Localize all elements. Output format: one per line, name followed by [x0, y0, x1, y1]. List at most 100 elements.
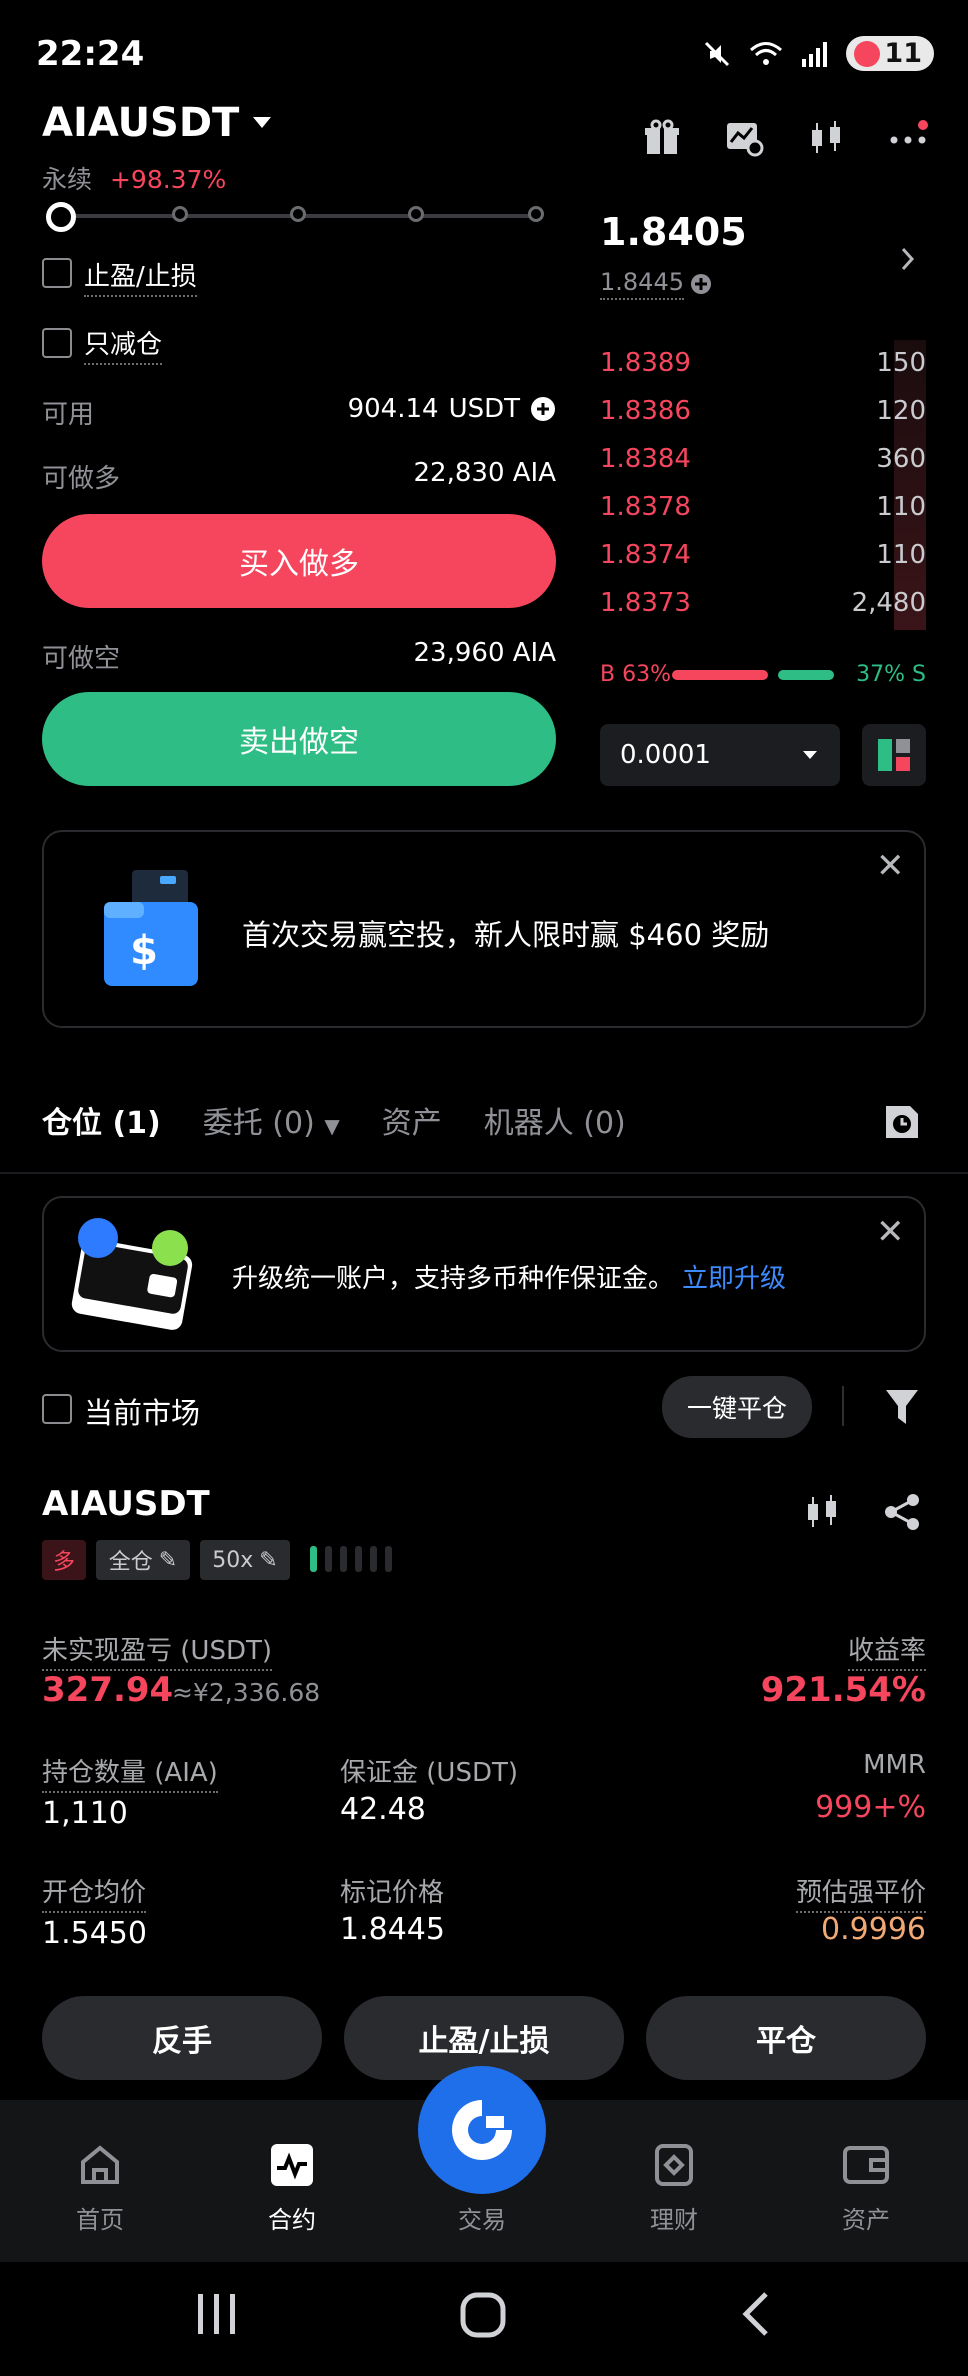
history-icon[interactable]: [884, 1102, 920, 1140]
nav-futures[interactable]: 合约: [232, 2140, 352, 2235]
wifi-icon: [750, 41, 783, 65]
candlestick-icon[interactable]: [802, 1492, 842, 1532]
tab-bots[interactable]: 机器人 (0): [484, 1098, 626, 1142]
size-label: 持仓数量 (AIA): [42, 1752, 218, 1793]
mark-label: 标记价格: [340, 1878, 445, 1908]
status-icons: 11: [702, 36, 934, 71]
ask-qty: 150: [876, 348, 926, 378]
roe-value: 921.54%: [760, 1670, 926, 1710]
sell-ratio-label: 37% S: [856, 662, 926, 687]
trade-fab-button[interactable]: [418, 2066, 546, 2194]
more-icon[interactable]: [888, 118, 928, 158]
available-label: 可用: [42, 400, 95, 430]
close-all-button[interactable]: 一键平仓: [662, 1376, 812, 1438]
back-icon[interactable]: [738, 2290, 774, 2338]
current-market-label: 当前市场: [84, 1396, 201, 1430]
caret-down-icon: [253, 117, 272, 128]
chevron-right-icon[interactable]: [900, 246, 916, 272]
upgrade-link[interactable]: 立即升级: [682, 1264, 786, 1294]
leverage-label: 50x: [212, 1547, 254, 1573]
close-position-button[interactable]: 平仓: [646, 1996, 926, 2080]
mmr-value: 999+%: [815, 1790, 926, 1825]
nav-trade-label[interactable]: 交易: [422, 2200, 542, 2235]
tp-sl-checkbox[interactable]: [42, 258, 72, 288]
last-price: 1.8405: [600, 210, 747, 254]
slider-step-75[interactable]: [408, 206, 424, 222]
share-icon[interactable]: [882, 1492, 922, 1532]
battery-indicator: 11: [846, 36, 934, 71]
recent-apps-icon[interactable]: [192, 2292, 242, 2336]
mute-icon: [705, 41, 730, 66]
gift-icon[interactable]: [642, 118, 682, 158]
candlestick-icon[interactable]: [806, 118, 846, 158]
reduce-only-checkbox[interactable]: [42, 328, 72, 358]
nav-home-label: 首页: [76, 2206, 124, 2234]
ask-price[interactable]: 1.8386: [600, 396, 691, 426]
reverse-button[interactable]: 反手: [42, 1996, 322, 2080]
tab-assets[interactable]: 资产: [382, 1098, 442, 1142]
pair-subtitle: 永续 +98.37%: [42, 160, 226, 196]
close-icon[interactable]: ✕: [876, 846, 905, 886]
buy-long-button[interactable]: 买入做多: [42, 514, 556, 608]
margin-mode-label: 全仓: [108, 1550, 153, 1575]
margin-value: 42.48: [340, 1792, 426, 1827]
slider-step-100[interactable]: [528, 206, 544, 222]
entry-value: 1.5450: [42, 1916, 147, 1951]
position-symbol[interactable]: AIAUSDT: [42, 1484, 210, 1524]
leverage-tag[interactable]: 50x ✎: [200, 1540, 290, 1580]
long-available-value: 22,830 AIA: [413, 458, 556, 488]
liq-label: 预估强平价: [795, 1872, 926, 1913]
transfer-add-icon[interactable]: [530, 396, 556, 422]
tab-orders[interactable]: 委托 (0) ▼: [203, 1098, 340, 1142]
trade-logo-icon: [452, 2100, 512, 2160]
risk-level-bars: [310, 1546, 392, 1572]
mark-price-row[interactable]: 1.8445: [600, 268, 712, 300]
close-icon[interactable]: ✕: [876, 1212, 905, 1252]
earn-icon: [655, 2144, 693, 2186]
sell-short-button[interactable]: 卖出做空: [42, 692, 556, 786]
nav-assets[interactable]: 资产: [806, 2140, 926, 2235]
wallet-illustration-icon: $: [104, 870, 198, 986]
contract-type: 永续: [42, 165, 93, 194]
caret-down-icon: [803, 751, 817, 759]
liq-value: 0.9996: [821, 1912, 926, 1947]
current-market-checkbox[interactable]: [42, 1394, 72, 1424]
edit-icon: ✎: [259, 1547, 278, 1573]
chart-settings-icon[interactable]: [724, 118, 764, 158]
ask-price[interactable]: 1.8389: [600, 348, 691, 378]
tab-positions[interactable]: 仓位 (1): [42, 1098, 161, 1142]
margin-label: 保证金 (USDT): [340, 1758, 518, 1788]
nav-earn[interactable]: 理财: [614, 2140, 734, 2235]
side-tag: 多: [42, 1540, 86, 1580]
plus-badge-icon: [690, 274, 711, 294]
upgrade-text-row: 升级统一账户，支持多币种作保证金。 立即升级: [232, 1258, 786, 1295]
orderbook-layout-button[interactable]: [862, 724, 926, 786]
roe-label: 收益率: [847, 1630, 926, 1671]
ask-price[interactable]: 1.8373: [600, 588, 691, 618]
ask-price[interactable]: 1.8374: [600, 540, 691, 570]
short-available-label: 可做空: [42, 644, 121, 674]
wallet-tag: $: [130, 928, 158, 974]
margin-mode-tag[interactable]: 全仓 ✎: [96, 1540, 190, 1580]
slider-step-50[interactable]: [290, 206, 306, 222]
mark-price: 1.8445: [600, 268, 684, 300]
ask-price[interactable]: 1.8378: [600, 492, 691, 522]
upnl-value: 327.94: [42, 1670, 174, 1710]
tabs-divider: [0, 1172, 968, 1174]
ask-qty: 360: [876, 444, 926, 474]
mark-value: 1.8445: [340, 1912, 445, 1947]
slider-handle[interactable]: [46, 202, 76, 232]
nav-home[interactable]: 首页: [40, 2140, 160, 2235]
precision-dropdown[interactable]: 0.0001: [600, 724, 840, 786]
pair-selector[interactable]: AIAUSDT: [42, 100, 273, 146]
home-button-icon[interactable]: [460, 2292, 506, 2338]
ask-price[interactable]: 1.8384: [600, 444, 691, 474]
reduce-only-label: 只减仓: [84, 324, 163, 365]
futures-icon: [271, 2144, 313, 2186]
nav-futures-label: 合约: [268, 2206, 316, 2234]
upgrade-text: 升级统一账户，支持多币种作保证金。: [232, 1264, 675, 1294]
filter-icon[interactable]: [884, 1388, 920, 1426]
header-actions: [642, 118, 928, 158]
long-available-label: 可做多: [42, 464, 121, 494]
slider-step-25[interactable]: [172, 206, 188, 222]
